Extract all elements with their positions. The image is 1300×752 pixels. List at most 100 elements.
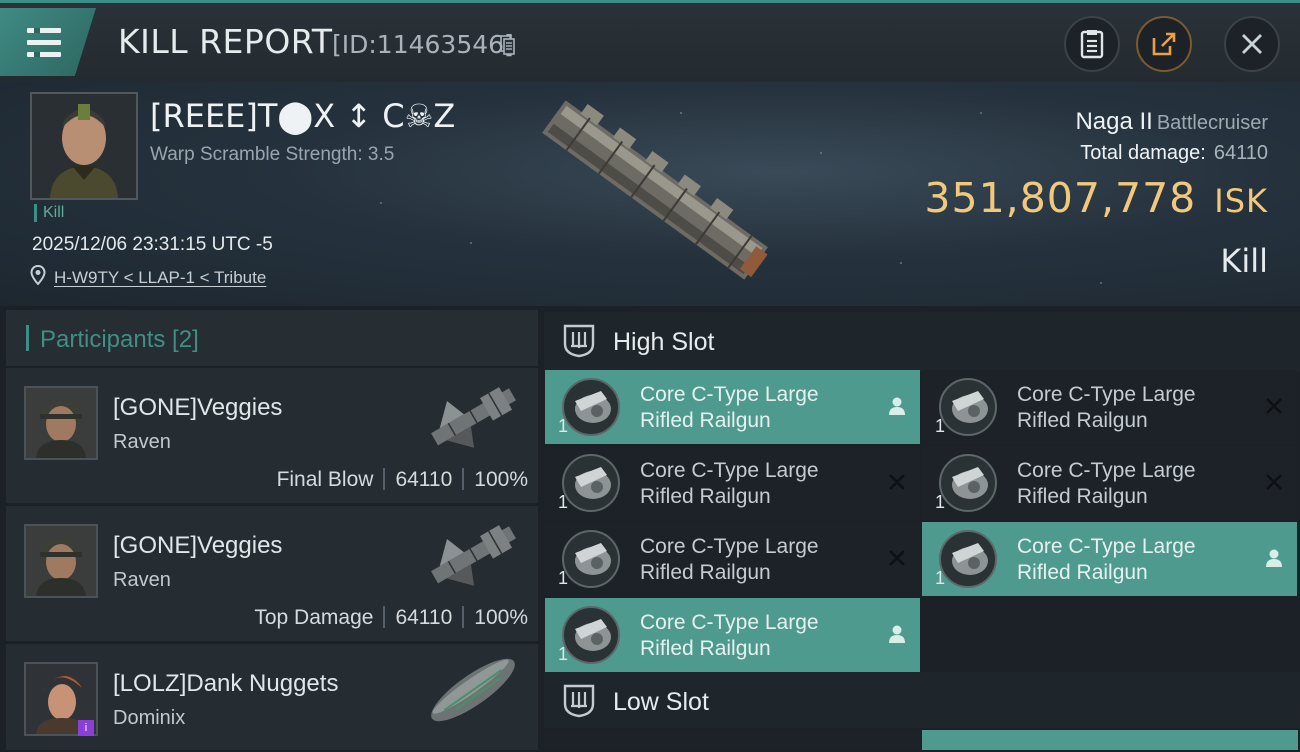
module-name: Core C-Type Large Rifled Railgun bbox=[1017, 535, 1196, 584]
participant-percent: 100% bbox=[474, 606, 528, 629]
warp-scramble-strength: Warp Scramble Strength: 3.5 bbox=[150, 144, 395, 165]
participants-title: Participants [2] bbox=[40, 326, 199, 353]
module-item[interactable]: 1 Core C-Type Large Rifled Railgun bbox=[545, 370, 920, 444]
participant-stats: Top Damage 64110 100% bbox=[254, 606, 528, 630]
module-quantity: 1 bbox=[558, 644, 569, 664]
module-quantity: 1 bbox=[935, 416, 946, 436]
ship-class: Battlecruiser bbox=[1156, 112, 1268, 134]
module-item[interactable]: 1 Core C-Type Large Rifled Railgun bbox=[922, 370, 1297, 444]
close-icon bbox=[1242, 34, 1262, 54]
module-item[interactable]: 1 Core C-Type Large Rifled Railgun bbox=[545, 522, 920, 596]
close-button[interactable] bbox=[1224, 16, 1280, 72]
railgun-icon bbox=[562, 530, 620, 588]
kill-datetime: 2025/12/06 23:31:15 UTC -5 bbox=[32, 234, 273, 255]
share-button[interactable] bbox=[1136, 16, 1192, 72]
total-damage-value: 64110 bbox=[1213, 142, 1268, 164]
low-slot-icon bbox=[563, 684, 595, 718]
railgun-icon bbox=[562, 606, 620, 664]
copy-icon[interactable] bbox=[500, 35, 515, 55]
participant-row[interactable]: i [LOLZ]Dank Nuggets Dominix bbox=[6, 644, 538, 752]
kill-location-link[interactable]: H-W9TY < LLAP-1 < Tribute bbox=[54, 268, 266, 288]
high-slot-icon bbox=[563, 324, 595, 358]
high-slot-title: High Slot bbox=[613, 328, 715, 356]
total-damage-label: Total damage: bbox=[1080, 142, 1206, 164]
destroyed-x-icon bbox=[889, 550, 905, 566]
dropped-pilot-icon bbox=[889, 397, 905, 415]
dropped-pilot-icon bbox=[889, 625, 905, 643]
participant-percent: 100% bbox=[474, 468, 528, 491]
victim-ship-name[interactable]: Naga II Battlecruiser bbox=[1075, 108, 1268, 136]
participant-ship-image bbox=[431, 525, 516, 586]
victim-name[interactable]: [REEE]T⬤X ↕ C☠Z bbox=[150, 97, 455, 135]
participant-row[interactable]: [GONE]Veggies Raven Top Damage 64110 100% bbox=[6, 506, 538, 643]
module-name: Core C-Type Large Rifled Railgun bbox=[640, 459, 819, 508]
participant-damage: 64110 bbox=[395, 606, 453, 629]
module-name: Core C-Type Large Rifled Railgun bbox=[1017, 383, 1196, 432]
module-quantity: 1 bbox=[935, 568, 946, 588]
low-slot-item-partial[interactable] bbox=[545, 730, 920, 750]
menu-icon-bar bbox=[27, 40, 61, 45]
low-slot-header: Low Slot bbox=[544, 672, 1300, 728]
module-item[interactable]: 1 Core C-Type Large Rifled Railgun bbox=[545, 446, 920, 520]
menu-icon bbox=[27, 28, 61, 33]
module-item[interactable]: 1 Core C-Type Large Rifled Railgun bbox=[545, 598, 920, 672]
info-badge-icon: i bbox=[78, 720, 94, 736]
participants-accent-bar bbox=[26, 325, 29, 351]
participant-name: [LOLZ]Dank Nuggets bbox=[113, 670, 339, 697]
kill-summary-banner: [REEE]T⬤X ↕ C☠Z Warp Scramble Strength: … bbox=[0, 82, 1300, 306]
participant-name: [GONE]Veggies bbox=[113, 394, 283, 421]
participant-stats: Final Blow 64110 100% bbox=[277, 468, 528, 492]
ship-name-text: Naga II bbox=[1075, 108, 1153, 135]
isk-unit: ISK bbox=[1214, 182, 1268, 220]
module-item[interactable]: 1 Core C-Type Large Rifled Railgun bbox=[922, 522, 1297, 596]
module-item[interactable]: 1 Core C-Type Large Rifled Railgun bbox=[922, 446, 1297, 520]
participant-ship: Raven bbox=[113, 569, 171, 591]
result-tag: Kill bbox=[34, 204, 64, 222]
railgun-icon bbox=[939, 454, 997, 512]
participants-header: Participants [2] bbox=[6, 310, 538, 366]
railgun-icon bbox=[562, 454, 620, 512]
avatar bbox=[32, 94, 136, 198]
railgun-icon bbox=[562, 378, 620, 436]
module-name: Core C-Type Large Rifled Railgun bbox=[640, 535, 819, 584]
high-slot-header: High Slot bbox=[544, 312, 1300, 372]
clipboard-button[interactable] bbox=[1064, 16, 1120, 72]
participant-ship-image bbox=[431, 387, 516, 448]
module-name: Core C-Type Large Rifled Railgun bbox=[640, 383, 819, 432]
participant-ship-image bbox=[431, 658, 515, 722]
victim-ship-image bbox=[542, 100, 768, 280]
module-name: Core C-Type Large Rifled Railgun bbox=[1017, 459, 1196, 508]
total-damage: Total damage: 64110 bbox=[1080, 142, 1268, 165]
destroyed-x-icon bbox=[1266, 474, 1282, 490]
menu-icon-gap bbox=[34, 28, 40, 33]
avatar bbox=[24, 386, 98, 460]
participant-name: [GONE]Veggies bbox=[113, 532, 283, 559]
dropped-pilot-icon bbox=[1266, 549, 1282, 567]
module-quantity: 1 bbox=[558, 416, 569, 436]
isk-amount: 351,807,778 bbox=[924, 174, 1197, 222]
module-name: Core C-Type Large Rifled Railgun bbox=[640, 611, 819, 660]
railgun-icon bbox=[939, 378, 997, 436]
destroyed-x-icon bbox=[1266, 398, 1282, 414]
module-quantity: 1 bbox=[558, 568, 569, 588]
participant-row[interactable]: [GONE]Veggies Raven Final Blow 64110 100% bbox=[6, 368, 538, 505]
avatar bbox=[24, 524, 98, 598]
participant-damage: 64110 bbox=[395, 468, 453, 491]
location-pin-icon bbox=[30, 265, 46, 285]
isk-value: 351,807,778 ISK bbox=[924, 174, 1268, 222]
module-quantity: 1 bbox=[935, 492, 946, 512]
menu-icon-gap bbox=[34, 52, 40, 57]
low-slot-item-partial[interactable] bbox=[922, 730, 1298, 750]
clipboard-icon bbox=[1080, 30, 1104, 59]
low-slot-title: Low Slot bbox=[613, 688, 709, 716]
participant-role: Final Blow bbox=[276, 468, 374, 491]
participant-ship: Dominix bbox=[113, 707, 186, 729]
railgun-icon bbox=[939, 530, 997, 588]
destroyed-x-icon bbox=[889, 474, 905, 490]
share-icon bbox=[1152, 32, 1176, 56]
participant-role: Top Damage bbox=[254, 606, 374, 629]
menu-icon-bar bbox=[27, 52, 61, 57]
report-id: [ID:11463546] bbox=[332, 30, 514, 59]
page-title: KILL REPORT bbox=[118, 22, 333, 61]
victim-portrait[interactable] bbox=[30, 92, 138, 200]
